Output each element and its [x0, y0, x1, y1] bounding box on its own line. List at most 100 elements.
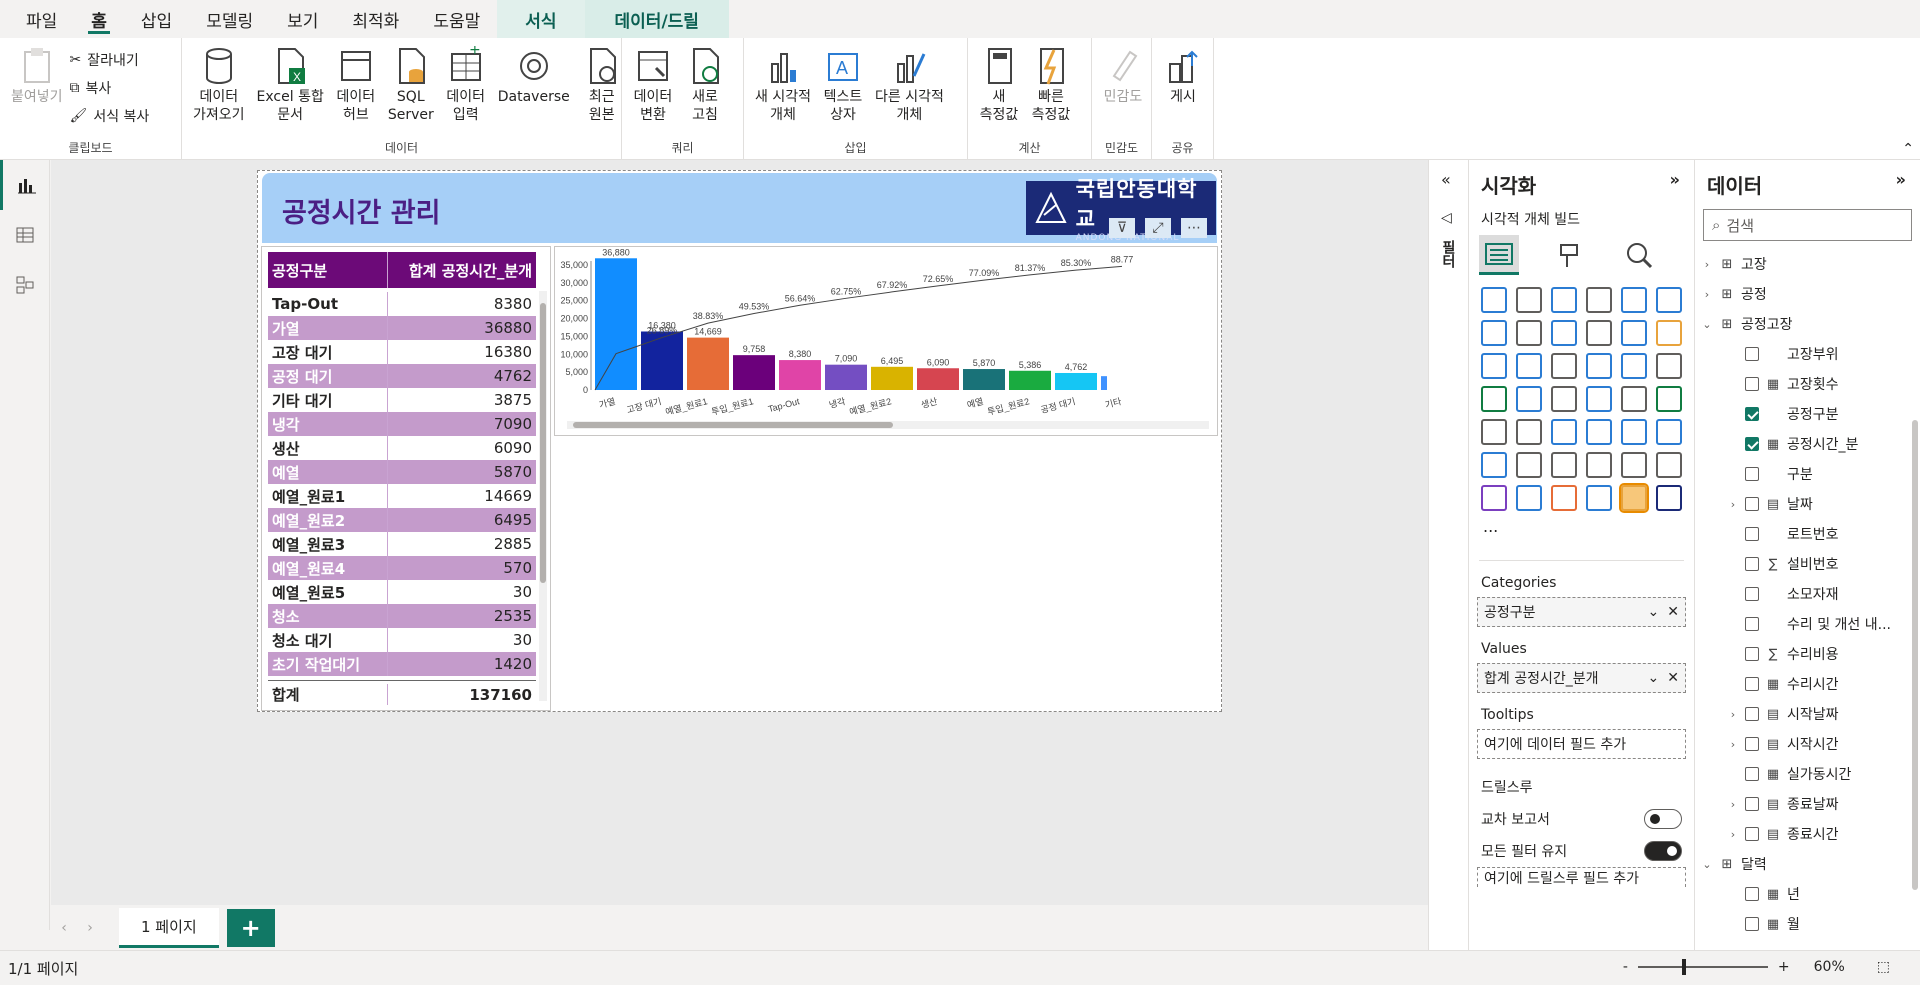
- field-item[interactable]: › ▤ 종료시간: [1701, 819, 1920, 849]
- field-table-item[interactable]: ⌄ ⊞ 공정고장: [1701, 309, 1920, 339]
- tab-view[interactable]: 보기: [270, 0, 335, 38]
- tab-home[interactable]: 홈: [74, 0, 124, 38]
- table-row[interactable]: 초기 작업대기 1420: [268, 652, 536, 676]
- field-item[interactable]: 구분: [1701, 459, 1920, 489]
- format-visual-tab-icon[interactable]: [1549, 235, 1589, 275]
- field-checkbox[interactable]: [1745, 737, 1759, 751]
- close-icon[interactable]: ✕: [1667, 670, 1679, 686]
- field-checkbox[interactable]: [1745, 917, 1759, 931]
- table-row[interactable]: 청소 대기 30: [268, 628, 536, 652]
- visual-type-icon[interactable]: [1551, 452, 1577, 478]
- next-page-icon[interactable]: ›: [77, 920, 103, 936]
- chevron-down-icon[interactable]: ⌄: [1648, 670, 1660, 686]
- field-checkbox[interactable]: [1745, 347, 1759, 361]
- table-row[interactable]: 기타 대기 3875: [268, 388, 536, 412]
- field-item[interactable]: 고장부위: [1701, 339, 1920, 369]
- visual-type-icon[interactable]: [1481, 452, 1507, 478]
- tab-file[interactable]: 파일: [0, 0, 74, 38]
- data-pane-scrollbar[interactable]: [1912, 420, 1918, 890]
- zoom-in-button[interactable]: +: [1778, 959, 1790, 975]
- field-item[interactable]: › ▤ 시작날짜: [1701, 699, 1920, 729]
- field-checkbox[interactable]: [1745, 377, 1759, 391]
- table-row[interactable]: 예열_원료4 570: [268, 556, 536, 580]
- visual-type-icon[interactable]: [1656, 386, 1682, 412]
- visual-type-icon[interactable]: [1551, 419, 1577, 445]
- visual-type-icon[interactable]: [1481, 419, 1507, 445]
- expand-filters-icon[interactable]: «: [1441, 170, 1451, 189]
- visual-type-icon[interactable]: [1481, 386, 1507, 412]
- table-view-icon[interactable]: [0, 210, 50, 260]
- table-row[interactable]: 냉각 7090: [268, 412, 536, 436]
- more-visuals-icon[interactable]: ...: [1469, 511, 1694, 542]
- field-item[interactable]: ▦ 수리시간: [1701, 669, 1920, 699]
- build-visual-tab-icon[interactable]: [1479, 235, 1519, 275]
- visual-type-icon[interactable]: [1621, 353, 1647, 379]
- table-row[interactable]: 고장 대기 16380: [268, 340, 536, 364]
- filters-pane-collapsed[interactable]: « ◁ 필터: [1428, 160, 1468, 950]
- visual-type-icon[interactable]: [1551, 287, 1577, 313]
- visual-type-icon[interactable]: [1586, 485, 1612, 511]
- visual-type-icon[interactable]: [1516, 452, 1542, 478]
- page-tab-1[interactable]: 1 페이지: [119, 907, 219, 948]
- field-item[interactable]: ▦ 공정시간_분: [1701, 429, 1920, 459]
- tab-optimize[interactable]: 최적화: [335, 0, 416, 38]
- visual-type-icon[interactable]: [1621, 452, 1647, 478]
- chevron-icon[interactable]: ⌄: [1701, 858, 1713, 871]
- table-scrollbar[interactable]: [539, 291, 547, 701]
- collapse-viz-icon[interactable]: »: [1670, 170, 1680, 189]
- focus-mode-icon[interactable]: ⤢: [1145, 218, 1171, 238]
- table-row[interactable]: 예열_원료2 6495: [268, 508, 536, 532]
- tab-data-drill[interactable]: 데이터/드릴: [584, 0, 729, 38]
- visual-type-icon[interactable]: [1619, 483, 1649, 513]
- chart-scrollbar[interactable]: [567, 421, 1209, 429]
- field-checkbox[interactable]: [1745, 677, 1759, 691]
- field-item[interactable]: › ▤ 종료날짜: [1701, 789, 1920, 819]
- chevron-icon[interactable]: ›: [1727, 738, 1739, 751]
- table-row[interactable]: Tap-Out 8380: [268, 292, 536, 316]
- column-header-category[interactable]: 공정구분: [268, 252, 388, 288]
- visual-type-icon[interactable]: [1656, 419, 1682, 445]
- data-search-input[interactable]: ⌕ 검색: [1703, 209, 1912, 241]
- table-row[interactable]: 예열_원료1 14669: [268, 484, 536, 508]
- field-item[interactable]: ▦ 고장횟수: [1701, 369, 1920, 399]
- field-checkbox[interactable]: [1745, 797, 1759, 811]
- visual-type-icon[interactable]: [1516, 485, 1542, 511]
- tab-insert[interactable]: 삽입: [124, 0, 189, 38]
- visual-type-icon[interactable]: [1586, 386, 1612, 412]
- visual-type-icon[interactable]: [1551, 353, 1577, 379]
- field-table-item[interactable]: ⌄ ⊞ 달력: [1701, 849, 1920, 879]
- analytics-tab-icon[interactable]: [1619, 235, 1659, 275]
- table-row[interactable]: 예열_원료5 30: [268, 580, 536, 604]
- collapse-data-icon[interactable]: »: [1896, 170, 1906, 189]
- field-checkbox[interactable]: [1745, 407, 1759, 421]
- visual-type-icon[interactable]: [1621, 419, 1647, 445]
- keep-filters-toggle[interactable]: [1644, 841, 1682, 861]
- table-row[interactable]: 생산 6090: [268, 436, 536, 460]
- field-item[interactable]: ▦ 년: [1701, 879, 1920, 909]
- chevron-icon[interactable]: ›: [1727, 498, 1739, 511]
- field-table-item[interactable]: › ⊞ 고장: [1701, 249, 1920, 279]
- field-checkbox[interactable]: [1745, 587, 1759, 601]
- column-header-value[interactable]: 합계 공정시간_분개: [388, 260, 536, 281]
- visual-type-icon[interactable]: [1516, 287, 1542, 313]
- visual-type-icon[interactable]: [1481, 320, 1507, 346]
- chevron-icon[interactable]: ⌄: [1701, 318, 1713, 331]
- tab-format[interactable]: 서식: [497, 0, 585, 38]
- field-item[interactable]: 공정구분: [1701, 399, 1920, 429]
- field-item[interactable]: ▦ 실가동시간: [1701, 759, 1920, 789]
- visual-type-icon[interactable]: [1551, 485, 1577, 511]
- field-checkbox[interactable]: [1745, 647, 1759, 661]
- field-item[interactable]: 소모자재: [1701, 579, 1920, 609]
- tab-modeling[interactable]: 모델링: [189, 0, 270, 38]
- table-row[interactable]: 예열_원료3 2885: [268, 532, 536, 556]
- tab-help[interactable]: 도움말: [416, 0, 497, 38]
- cut-button[interactable]: ✂ 잘라내기: [70, 48, 150, 72]
- close-icon[interactable]: ✕: [1667, 604, 1679, 620]
- field-item[interactable]: 수리 및 개선 내...: [1701, 609, 1920, 639]
- cross-report-toggle[interactable]: [1644, 809, 1682, 829]
- field-item[interactable]: ▦ 월: [1701, 909, 1920, 939]
- field-checkbox[interactable]: [1745, 527, 1759, 541]
- table-row[interactable]: 청소 2535: [268, 604, 536, 628]
- scrollbar-thumb[interactable]: [540, 303, 546, 583]
- visual-type-icon[interactable]: [1586, 419, 1612, 445]
